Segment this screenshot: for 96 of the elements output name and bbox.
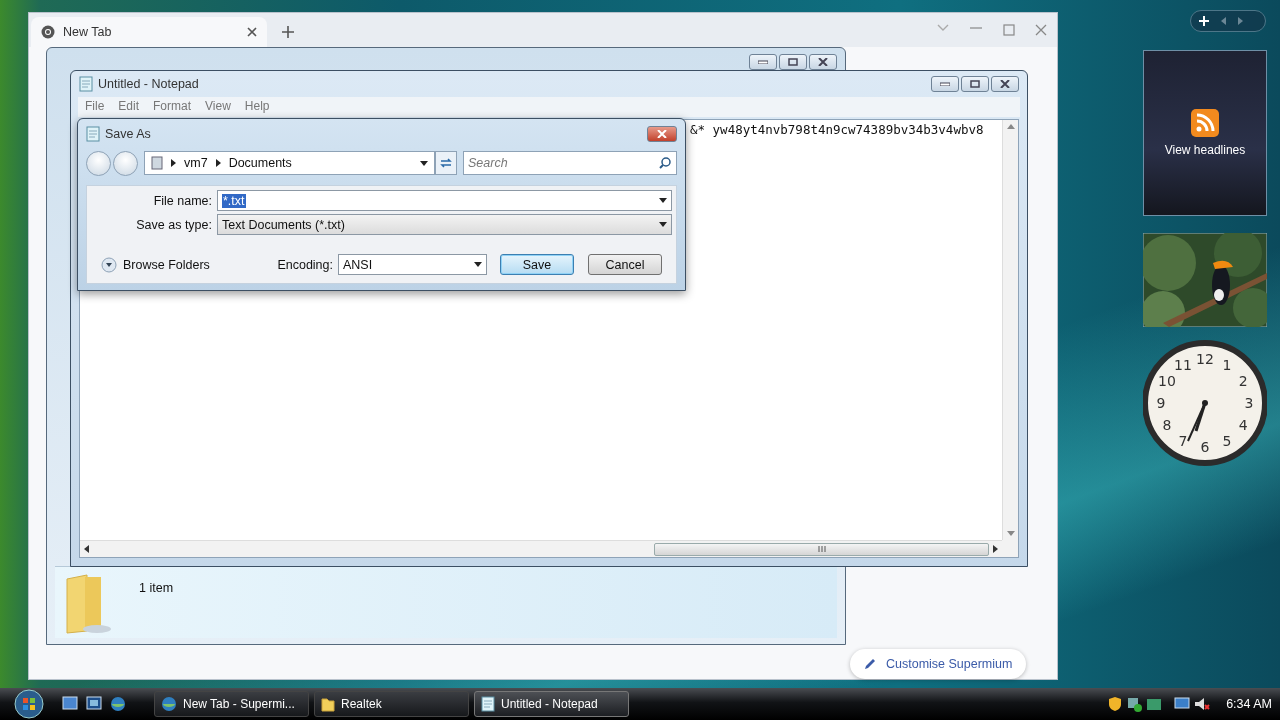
field-label: File name: (152, 193, 212, 208)
scroll-down-icon[interactable] (1006, 531, 1015, 536)
close-button[interactable] (809, 54, 837, 70)
clock-numeral: 7 (1178, 433, 1188, 450)
refresh-icon (439, 157, 453, 169)
close-button[interactable] (991, 76, 1019, 92)
refresh-button[interactable] (435, 151, 457, 175)
minimize-button[interactable] (749, 54, 777, 70)
maximize-icon[interactable] (1003, 24, 1015, 36)
breadcrumb-arrow-icon (171, 159, 176, 167)
add-icon[interactable] (1199, 16, 1209, 26)
menu-item[interactable]: View (198, 97, 238, 117)
file-name-field[interactable]: *.txt (217, 190, 672, 211)
menu-item[interactable]: File (78, 97, 112, 117)
browser-tab[interactable]: New Tab (31, 17, 267, 47)
clock-numeral: 12 (1196, 351, 1214, 367)
browse-folders-button[interactable]: Browse Folders (101, 256, 210, 273)
clock-time: 6:34 AM (1226, 697, 1272, 711)
taskbar-button[interactable]: New Tab - Supermi... (154, 691, 309, 717)
notepad-icon (481, 696, 495, 712)
vertical-scrollbar[interactable] (1002, 120, 1018, 540)
network-icon[interactable] (1126, 696, 1143, 712)
dropdown-arrow-icon[interactable] (420, 160, 428, 166)
switch-windows-icon[interactable] (86, 696, 102, 710)
close-tab-icon[interactable] (247, 27, 257, 37)
address-bar[interactable]: vm7 Documents (144, 151, 435, 175)
close-icon[interactable] (1035, 24, 1047, 36)
monitor-icon[interactable] (1174, 696, 1191, 712)
window-title: Untitled - Notepad (98, 77, 199, 91)
menu-item[interactable]: Format (146, 97, 199, 117)
notepad-icon (79, 76, 93, 92)
dropdown-arrow-icon[interactable] (659, 198, 667, 203)
folder-icon (321, 696, 335, 712)
search-icon (659, 157, 671, 169)
browser-logo-icon (41, 25, 55, 39)
clock-numeral: 2 (1238, 373, 1248, 389)
maximize-button[interactable] (961, 76, 989, 92)
menu-item[interactable]: Help (237, 97, 277, 117)
breadcrumb-arrow-icon (215, 159, 221, 167)
clock-numeral: 4 (1238, 417, 1248, 433)
close-icon (818, 58, 828, 66)
clock-hands (1187, 400, 1208, 442)
search-field[interactable]: Search (463, 151, 677, 175)
document-text: &* yw48yt4nvb798t4n9cw74389bv34b3v4wbv8 (690, 122, 984, 137)
item-count: 1 item (139, 580, 174, 597)
grip-icon (817, 546, 826, 552)
minimize-icon (758, 60, 768, 64)
clock-numeral: 8 (1162, 417, 1172, 433)
clock-numeral: 9 (1156, 395, 1166, 411)
scroll-right-icon[interactable] (993, 545, 998, 553)
dialog-button[interactable]: Cancel (588, 254, 662, 275)
taskbar-button[interactable]: Realtek (314, 691, 469, 717)
dialog-button[interactable]: Save (500, 254, 574, 275)
clock-numeral: 11 (1174, 356, 1192, 373)
minimize-button[interactable] (931, 76, 959, 92)
dialog-title: Save As (105, 127, 151, 141)
file-type-dropdown[interactable]: Text Documents (*.txt) (217, 214, 672, 235)
breadcrumb-item[interactable]: vm7 (184, 156, 208, 170)
previous-icon[interactable] (1221, 17, 1226, 25)
pencil-icon (864, 658, 876, 670)
field-label: Save as type: (135, 217, 212, 232)
customise-button[interactable]: Customise Supermium (850, 649, 1027, 679)
close-icon (657, 130, 667, 138)
field-label: Encoding: (277, 257, 333, 272)
breadcrumb-item[interactable]: Documents (228, 156, 292, 170)
close-icon (1000, 80, 1010, 88)
feed-gadget: View headlines (1143, 50, 1267, 216)
document-icon (86, 126, 100, 142)
dropdown-arrow-icon[interactable] (474, 262, 482, 267)
maximize-button[interactable] (779, 54, 807, 70)
clock-numeral: 3 (1244, 395, 1254, 411)
next-icon[interactable] (1238, 17, 1243, 25)
horizontal-scrollbar[interactable] (80, 540, 1002, 557)
scroll-thumb[interactable] (654, 542, 989, 556)
globe-icon (161, 696, 177, 712)
dropdown-arrow-icon[interactable] (659, 222, 667, 227)
taskbar-button[interactable]: Untitled - Notepad (474, 691, 629, 717)
minimize-icon (940, 82, 950, 86)
plus-icon (281, 25, 295, 39)
rss-icon (1191, 109, 1219, 137)
menu-item[interactable]: Edit (111, 97, 147, 117)
globe-icon[interactable] (110, 696, 126, 712)
encoding-dropdown[interactable]: ANSI (338, 254, 487, 275)
security-shield-icon[interactable] (1108, 696, 1123, 712)
expand-icon (101, 256, 117, 273)
clock-numeral: 10 (1158, 373, 1176, 389)
close-button[interactable] (647, 126, 677, 142)
clock-numeral: 6 (1200, 439, 1210, 455)
scroll-left-icon[interactable] (84, 545, 89, 553)
muted-speaker-icon[interactable] (1194, 696, 1211, 712)
scroll-up-icon[interactable] (1006, 124, 1015, 129)
clock-numeral: 5 (1222, 433, 1232, 450)
restore-icon (970, 80, 980, 88)
clock-numeral: 1 (1222, 356, 1232, 373)
restore-icon (788, 58, 798, 66)
start-button[interactable] (12, 689, 46, 719)
